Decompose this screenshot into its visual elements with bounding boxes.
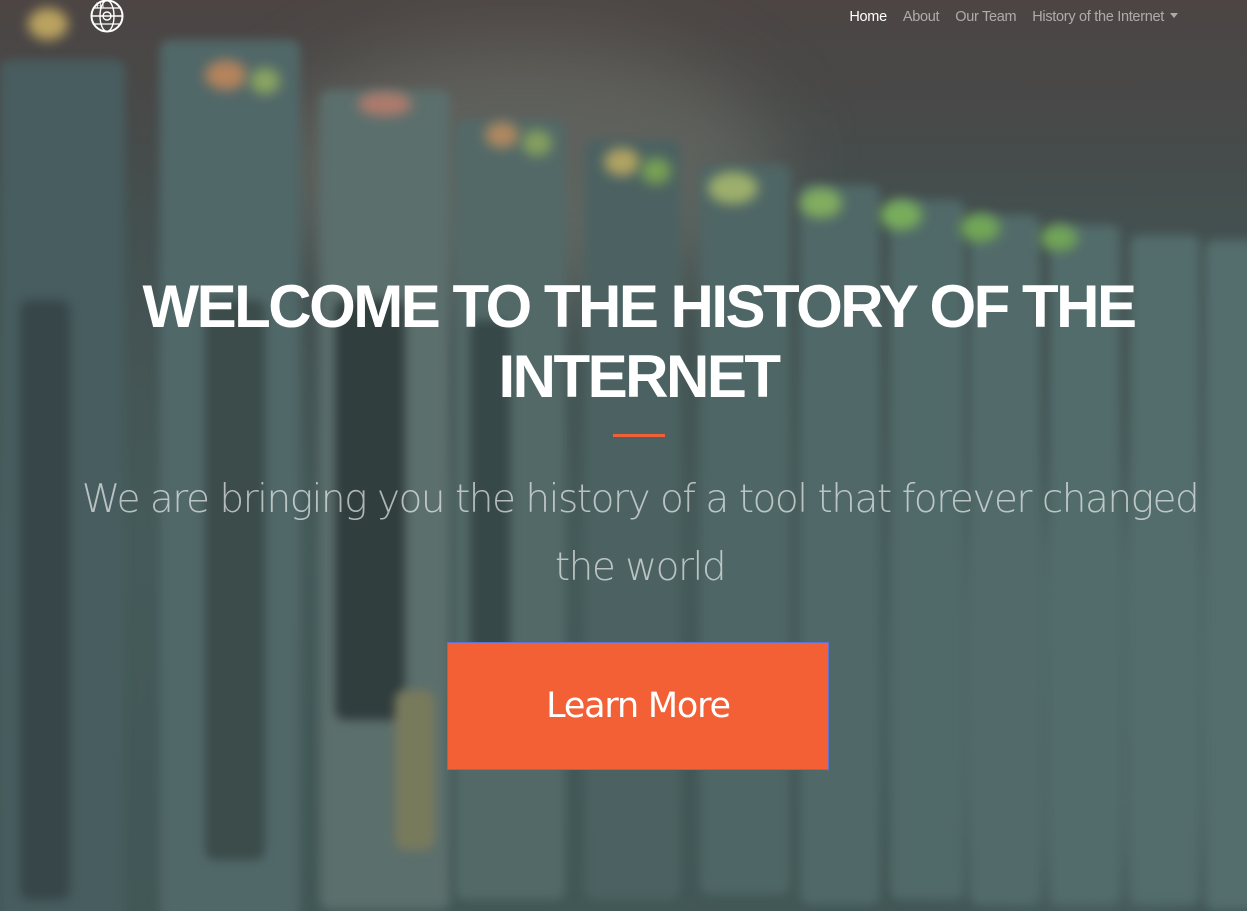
learn-more-button[interactable]: Learn More [447,642,829,770]
caret-down-icon [1170,13,1178,18]
hero-title: WELCOME TO THE HISTORY OF THE INTERNET [142,273,1137,410]
nav-link-home[interactable]: Home [841,7,894,27]
nav-link-about[interactable]: About [895,7,947,27]
nav-dropdown-history[interactable]: History of the Internet [1024,7,1186,27]
brand-logo[interactable]: HI [89,0,125,34]
background-overlay [0,0,1247,911]
nav-dropdown-label: History of the Internet [1032,9,1164,25]
nav-links: Home About Our Team History of the Inter… [841,7,1186,27]
learn-more-label: Learn More [546,686,731,726]
nav-link-our-team[interactable]: Our Team [947,7,1024,27]
navbar: HI Home About Our Team History of the In… [0,0,1247,36]
hero-subtitle: We are bringing you the history of a too… [81,477,1200,590]
globe-logo-icon: HI [90,0,124,33]
svg-text:HI: HI [96,1,105,10]
hero-divider [613,434,665,437]
